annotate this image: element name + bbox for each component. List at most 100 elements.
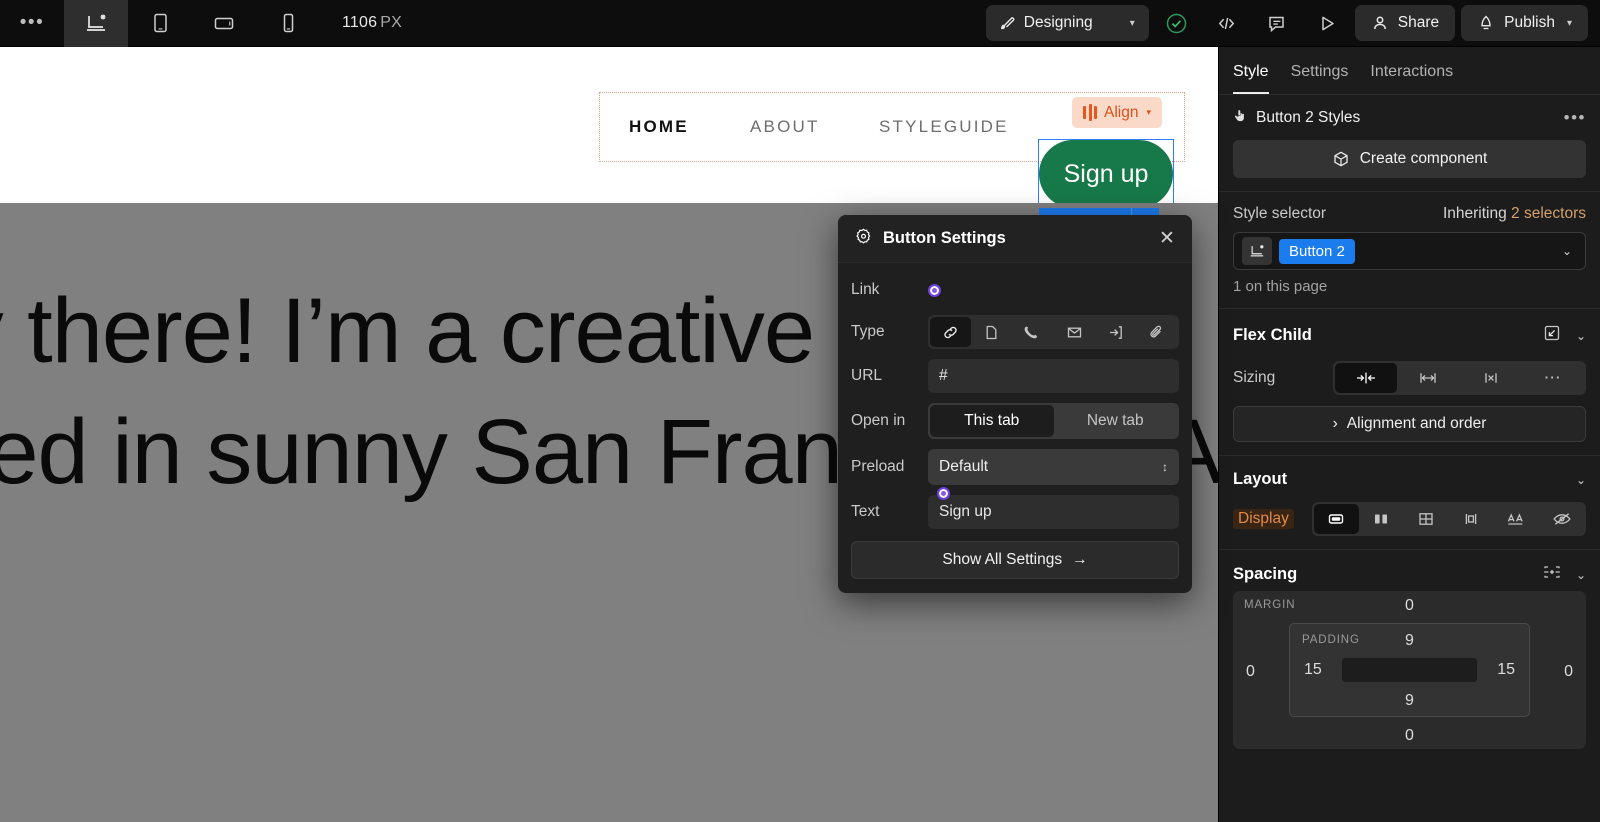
spacing-header: Spacing ⌄: [1233, 564, 1586, 585]
type-option-group[interactable]: [928, 315, 1179, 349]
sizing-more-option[interactable]: ⋯: [1522, 363, 1584, 393]
top-toolbar: •••: [0, 0, 1600, 47]
display-inline-block-option[interactable]: [1449, 504, 1494, 534]
selector-chip[interactable]: Button 2: [1279, 239, 1355, 264]
preload-select[interactable]: Default ↕: [928, 449, 1179, 485]
inheriting-info[interactable]: Inheriting 2 selectors: [1443, 205, 1586, 223]
nav-link-about[interactable]: ABOUT: [750, 117, 820, 137]
alignment-and-order-button[interactable]: › Alignment and order: [1233, 406, 1586, 442]
sizing-shrink-option[interactable]: [1335, 363, 1397, 393]
signup-button-selection[interactable]: Sign up: [1039, 140, 1173, 208]
spacing-title: Spacing: [1233, 565, 1297, 584]
display-block-option[interactable]: [1314, 504, 1359, 534]
link-override-dot[interactable]: [928, 284, 941, 297]
sizing-none-option[interactable]: [1460, 363, 1522, 393]
chevron-down-icon[interactable]: ⌄: [1576, 329, 1586, 343]
device-tablet-button[interactable]: [128, 0, 192, 47]
sizing-grow-option[interactable]: [1397, 363, 1459, 393]
tab-interactions[interactable]: Interactions: [1370, 63, 1453, 94]
nav-link-home[interactable]: HOME: [629, 117, 689, 137]
mobile-icon: [275, 10, 301, 36]
close-icon[interactable]: ✕: [1154, 226, 1180, 252]
button-settings-panel[interactable]: Button Settings ✕ Link Type: [838, 215, 1192, 593]
open-in-option-group[interactable]: This tab New tab: [928, 403, 1179, 439]
share-button[interactable]: Share: [1355, 5, 1455, 41]
style-selector-field[interactable]: Button 2 ⌄: [1233, 232, 1586, 270]
site-navbar[interactable]: Align ▾ HOME ABOUT STYLEGUIDE Sign up Bu…: [0, 47, 1218, 203]
preview-button[interactable]: [1305, 3, 1349, 43]
more-menu-button[interactable]: •••: [0, 0, 64, 47]
url-input[interactable]: #: [928, 359, 1179, 393]
flex-child-jump-icon[interactable]: [1542, 323, 1562, 348]
flex-child-header-actions: ⌄: [1542, 323, 1586, 348]
device-desktop-button[interactable]: [64, 0, 128, 47]
comments-button[interactable]: [1255, 3, 1299, 43]
device-mobile-button[interactable]: [256, 0, 320, 47]
display-none-option[interactable]: [1539, 504, 1584, 534]
type-link-url-option[interactable]: [930, 317, 971, 347]
text-input[interactable]: Sign up: [928, 495, 1179, 529]
type-section-anchor-option[interactable]: [1095, 317, 1136, 347]
style-panel-sidebar[interactable]: Style Settings Interactions Button 2 Sty…: [1218, 47, 1600, 822]
align-badge[interactable]: Align ▾: [1072, 97, 1162, 128]
margin-bottom-value[interactable]: 0: [1405, 727, 1414, 745]
rocket-icon: [1477, 14, 1495, 32]
sizing-label: Sizing: [1233, 369, 1333, 387]
open-in-new-tab-option[interactable]: New tab: [1054, 405, 1178, 437]
device-tablet-landscape-button[interactable]: [192, 0, 256, 47]
code-button[interactable]: [1205, 3, 1249, 43]
show-all-settings-button[interactable]: Show All Settings →: [851, 541, 1179, 579]
padding-left-value[interactable]: 15: [1304, 661, 1322, 679]
signup-button[interactable]: Sign up: [1039, 140, 1173, 208]
type-page-option[interactable]: [971, 317, 1012, 347]
chevron-down-icon[interactable]: ⌄: [1562, 244, 1577, 258]
breakpoint-desktop-icon[interactable]: [1242, 237, 1272, 265]
display-option-group[interactable]: [1312, 502, 1586, 536]
display-label[interactable]: Display: [1233, 509, 1294, 529]
type-email-option[interactable]: [1054, 317, 1095, 347]
spacing-box[interactable]: MARGIN 0 0 0 0 PADDING 9 15 15 9: [1233, 591, 1586, 749]
chevron-down-icon: ▾: [1130, 18, 1135, 29]
inheriting-count: 2 selectors: [1511, 205, 1586, 222]
padding-inner-area: [1342, 658, 1477, 682]
type-phone-option[interactable]: [1012, 317, 1053, 347]
settings-gear-icon: [854, 227, 873, 251]
nav-link-styleguide[interactable]: STYLEGUIDE: [879, 117, 1009, 137]
display-inline-option[interactable]: [1494, 504, 1539, 534]
element-styles-menu-button[interactable]: •••: [1564, 108, 1586, 128]
chevron-down-icon[interactable]: ⌄: [1576, 568, 1586, 582]
layout-section: Layout ⌄ Display: [1219, 456, 1600, 550]
padding-right-value[interactable]: 15: [1497, 661, 1515, 679]
spacing-control-wrap: MARGIN 0 0 0 0 PADDING 9 15 15 9: [1219, 591, 1600, 759]
saved-status-button[interactable]: [1155, 3, 1199, 43]
open-in-this-tab-option[interactable]: This tab: [930, 405, 1054, 437]
chevron-down-icon[interactable]: ⌄: [1576, 473, 1586, 487]
arrow-right-icon: →: [1072, 551, 1088, 569]
padding-top-value[interactable]: 9: [1405, 632, 1414, 650]
text-override-dot[interactable]: [937, 487, 950, 500]
sidebar-tabs: Style Settings Interactions: [1219, 47, 1600, 95]
check-circle-icon: [1164, 11, 1189, 36]
tab-style[interactable]: Style: [1233, 63, 1269, 94]
show-all-settings-label: Show All Settings: [942, 551, 1062, 569]
display-flex-option[interactable]: [1359, 504, 1404, 534]
flex-child-section: Flex Child ⌄ Sizing: [1219, 309, 1600, 456]
preload-row: Preload Default ↕: [851, 449, 1179, 485]
sizing-grow-icon: [1417, 370, 1439, 386]
display-grid-option[interactable]: [1404, 504, 1449, 534]
sizing-option-group[interactable]: ⋯: [1333, 361, 1586, 395]
preload-label: Preload: [851, 458, 928, 476]
margin-top-value[interactable]: 0: [1405, 597, 1414, 615]
margin-left-value[interactable]: 0: [1246, 663, 1255, 681]
create-component-button[interactable]: Create component: [1233, 140, 1586, 178]
mode-selector[interactable]: Designing ▾: [986, 5, 1149, 41]
type-attachment-option[interactable]: [1136, 317, 1177, 347]
padding-box[interactable]: PADDING 9 15 15 9: [1289, 623, 1530, 717]
padding-bottom-value[interactable]: 9: [1405, 692, 1414, 710]
ellipsis-icon: ⋯: [1544, 368, 1563, 388]
tab-settings[interactable]: Settings: [1291, 63, 1349, 94]
flex-child-header: Flex Child ⌄: [1233, 323, 1586, 348]
margin-right-value[interactable]: 0: [1564, 663, 1573, 681]
spacing-link-icon[interactable]: [1542, 564, 1562, 585]
publish-button[interactable]: Publish ▾: [1461, 5, 1588, 41]
